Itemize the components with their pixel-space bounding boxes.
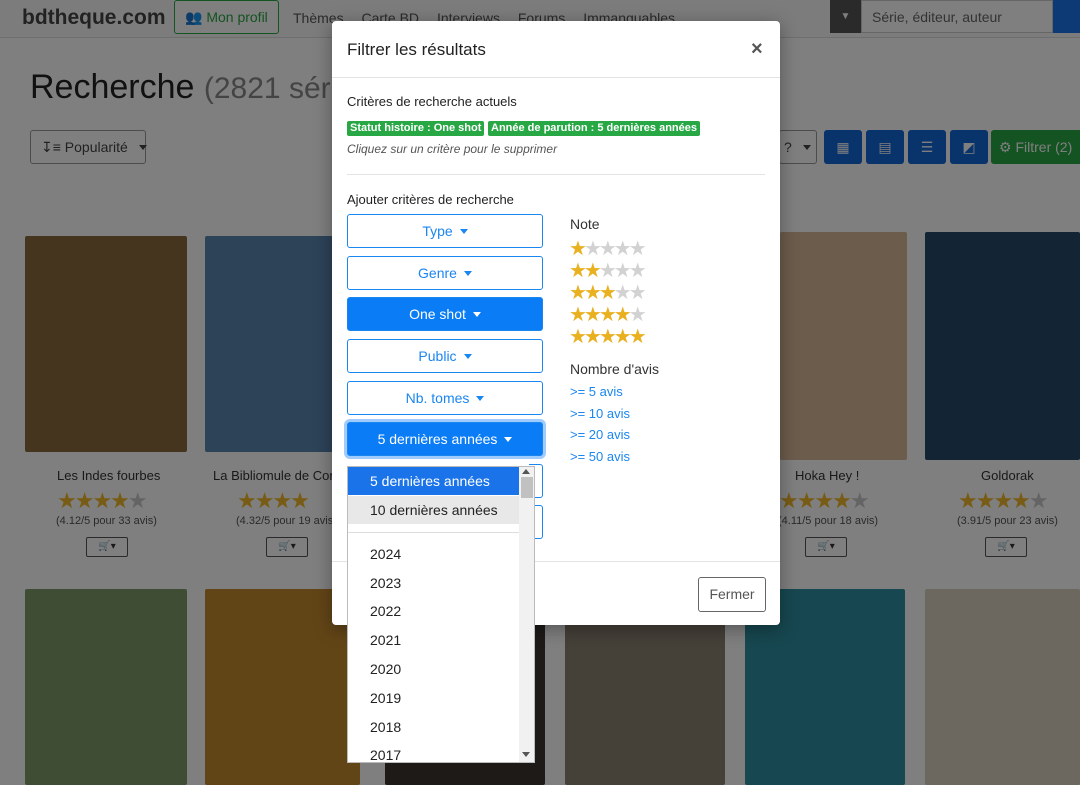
criteria-hint: Cliquez sur un critère pour le supprimer <box>347 142 558 156</box>
avis-label: Nombre d'avis <box>570 361 660 377</box>
close-icon[interactable]: × <box>751 38 763 61</box>
dropdown-option[interactable]: 2020 <box>348 655 519 683</box>
star-icon: ★ <box>628 304 647 326</box>
avis-link-20[interactable]: >= 20 avis <box>570 427 630 442</box>
caret-down-icon <box>476 396 485 401</box>
dropdown-option[interactable]: 2022 <box>348 597 519 625</box>
star-icon: ★★★★ <box>583 238 647 260</box>
criteria-badge-annee[interactable]: Année de parution : 5 dernières années <box>488 121 701 136</box>
dropdown-option[interactable]: 2024 <box>348 540 519 568</box>
caret-down-icon <box>463 354 472 359</box>
dropdown-scrollbar-thumb[interactable] <box>521 477 533 498</box>
star-icon: ★★★★★ <box>569 326 647 348</box>
criteria-badge-statut[interactable]: Statut histoire : One shot <box>347 121 485 136</box>
dropdown-option[interactable]: 5 dernières années <box>348 467 519 495</box>
modal-title: Filtrer les résultats <box>347 40 486 59</box>
scroll-down-icon[interactable] <box>522 752 530 757</box>
note-label: Note <box>570 216 600 232</box>
star-icon: ★★ <box>613 282 647 304</box>
star-icon: ★★★ <box>598 260 647 282</box>
divider <box>347 174 765 175</box>
dropdown-option[interactable]: 2018 <box>348 713 519 741</box>
dropdown-separator <box>348 532 519 533</box>
criteria-genre-label: Genre <box>418 265 457 281</box>
year-dropdown-list[interactable]: 5 dernières années 10 dernières années 2… <box>347 466 535 763</box>
dropdown-option[interactable]: 2019 <box>348 684 519 712</box>
criteria-genre-button[interactable]: Genre <box>347 256 543 290</box>
criteria-type-button[interactable]: Type <box>347 214 543 248</box>
rating-filter-4[interactable]: ★★★★★ <box>569 304 647 326</box>
criteria-annee-button[interactable]: 5 dernières années <box>347 422 543 456</box>
scroll-up-icon[interactable] <box>522 469 530 474</box>
close-button[interactable]: Fermer <box>698 577 766 612</box>
dropdown-option[interactable]: 2017 <box>348 741 519 762</box>
criteria-oneshot-button[interactable]: One shot <box>347 297 543 331</box>
criteria-public-button[interactable]: Public <box>347 339 543 373</box>
avis-link-10[interactable]: >= 10 avis <box>570 406 630 421</box>
avis-link-5[interactable]: >= 5 avis <box>570 384 623 399</box>
criteria-annee-label: 5 dernières années <box>377 431 498 447</box>
avis-link-50[interactable]: >= 50 avis <box>570 449 630 464</box>
dropdown-option[interactable]: 2023 <box>348 569 519 597</box>
star-icon: ★ <box>569 238 587 260</box>
rating-filter-5[interactable]: ★★★★★ <box>569 326 647 348</box>
dropdown-option[interactable]: 2021 <box>348 626 519 654</box>
star-icon: ★★★★ <box>569 304 632 326</box>
star-icon: ★★★ <box>569 282 617 304</box>
criteria-nbtomes-button[interactable]: Nb. tomes <box>347 381 543 415</box>
add-criteria-title: Ajouter critères de recherche <box>347 192 514 207</box>
criteria-public-label: Public <box>418 348 457 364</box>
criteria-type-label: Type <box>422 223 453 239</box>
caret-down-icon <box>459 229 468 234</box>
criteria-oneshot-label: One shot <box>409 306 466 322</box>
dropdown-scrollbar[interactable] <box>519 467 534 762</box>
caret-down-icon <box>472 312 481 317</box>
caret-down-icon <box>463 271 472 276</box>
star-icon: ★★ <box>569 260 602 282</box>
rating-filter-2[interactable]: ★★★★★ <box>569 260 647 282</box>
dropdown-option[interactable]: 10 dernières années <box>348 496 519 524</box>
current-criteria-title: Critères de recherche actuels <box>347 94 517 109</box>
rating-filter-3[interactable]: ★★★★★ <box>569 282 647 304</box>
modal-header: Filtrer les résultats × <box>332 21 780 78</box>
criteria-nbtomes-label: Nb. tomes <box>405 390 470 406</box>
caret-down-icon <box>504 437 513 442</box>
rating-filter-1[interactable]: ★★★★★ <box>569 238 647 260</box>
